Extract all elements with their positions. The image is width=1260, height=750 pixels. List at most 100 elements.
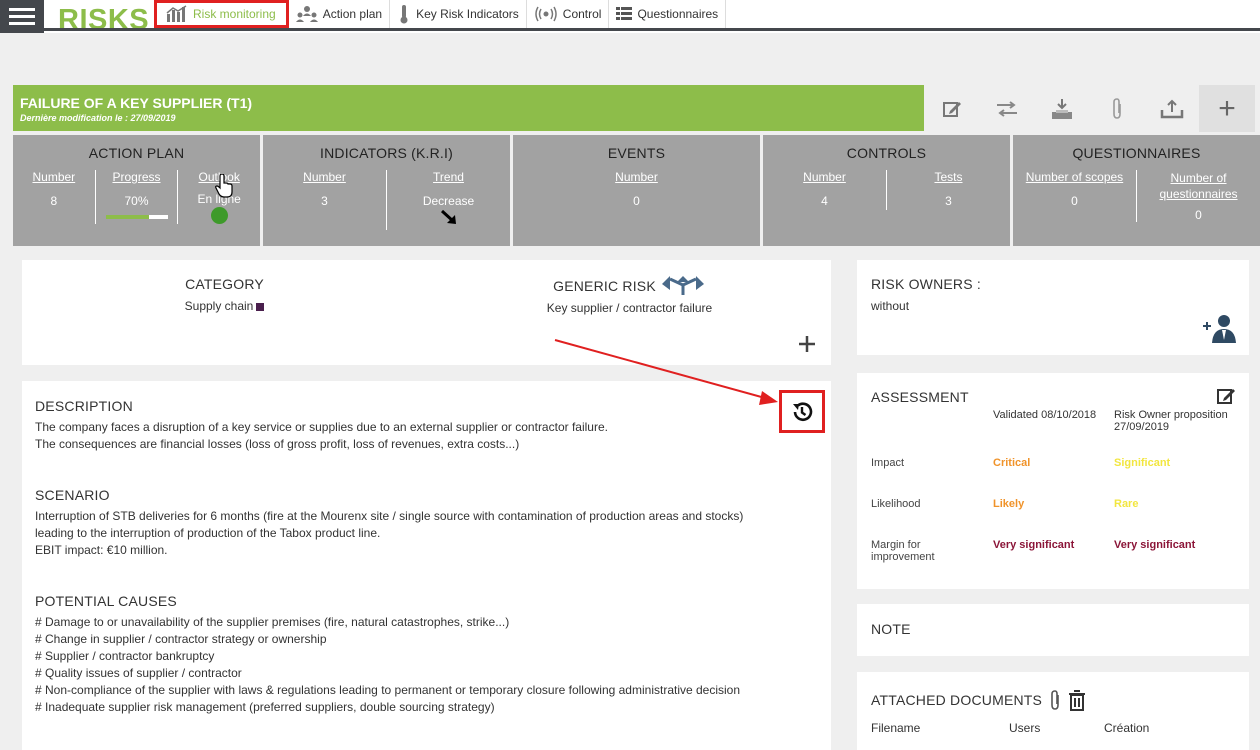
- questionnaires-stats: QUESTIONNAIRES Number of scopes 0 Number…: [1013, 135, 1260, 246]
- assessment-panel: ASSESSMENT Validated 08/10/2018 Risk Own…: [857, 373, 1249, 589]
- paperclip-icon: [1112, 97, 1121, 119]
- cause-line: # Inadequate supplier risk management (p…: [35, 700, 495, 714]
- tab-risk-monitoring[interactable]: Risk monitoring: [154, 0, 289, 28]
- number-link[interactable]: Number: [263, 170, 386, 184]
- category-value: Supply chain: [184, 299, 254, 313]
- edit-assessment-icon[interactable]: [1216, 386, 1236, 406]
- owners-value: without: [871, 299, 910, 313]
- attach-button[interactable]: [1089, 85, 1144, 132]
- stat-heading: ACTION PLAN: [88, 145, 185, 161]
- stat-heading: EVENTS: [607, 145, 666, 161]
- description-heading: DESCRIPTION: [35, 398, 133, 414]
- cause-line: # Damage to or unavailability of the sup…: [35, 615, 510, 629]
- number-link[interactable]: Number: [763, 170, 886, 184]
- note-heading: NOTE: [871, 621, 911, 637]
- documents-panel: ATTACHED DOCUMENTS Filename Users Créati…: [857, 672, 1249, 750]
- controls-stats: CONTROLS Number 4 Tests 3: [763, 135, 1010, 246]
- tab-questionnaires[interactable]: Questionnaires: [609, 0, 727, 28]
- upload-button[interactable]: [1144, 85, 1199, 132]
- add-user-icon[interactable]: [1200, 313, 1236, 343]
- column-header: Création: [1104, 721, 1150, 735]
- stat-heading: INDICATORS (K.R.I): [320, 145, 453, 161]
- download-icon: [1051, 98, 1072, 119]
- stat-heading: CONTROLS: [846, 145, 927, 161]
- history-icon: [793, 401, 813, 421]
- validated-column-header: Validated 08/10/2018: [993, 409, 1097, 421]
- scenario-heading: SCENARIO: [35, 487, 110, 503]
- risk-header: FAILURE OF A KEY SUPPLIER (T1) Dernière …: [13, 85, 924, 131]
- column-header: Filename: [871, 721, 921, 735]
- branch-arrows-icon: [661, 276, 704, 295]
- tests-link[interactable]: Tests: [887, 170, 1010, 184]
- description-line: The consequences are financial losses (l…: [35, 437, 520, 451]
- edit-button[interactable]: [924, 85, 979, 132]
- tab-control[interactable]: Control: [527, 0, 610, 28]
- download-button[interactable]: [1034, 85, 1089, 132]
- scopes-link[interactable]: Number of scopes: [1013, 170, 1136, 184]
- category-block: CATEGORY Supply chain: [152, 276, 297, 313]
- row-label: Margin for improvement: [871, 539, 935, 563]
- note-panel: NOTE: [857, 604, 1249, 656]
- scenario-section: SCENARIO Interruption of STB deliveries …: [35, 487, 818, 559]
- description-panel: DESCRIPTION The company faces a disrupti…: [22, 381, 831, 750]
- paperclip-icon[interactable]: [1050, 690, 1060, 710]
- stat-value: 4: [821, 194, 828, 208]
- margin-validated: Very significant: [993, 539, 1075, 551]
- assessment-grid: Validated 08/10/2018 Risk Owner proposit…: [871, 409, 1241, 563]
- risk-toolbar: +: [924, 85, 1260, 132]
- likelihood-proposal: Rare: [1114, 498, 1139, 510]
- causes-heading: POTENTIAL CAUSES: [35, 593, 177, 609]
- top-bar: RISKS Risk monitoring Action plan Key Ri…: [0, 0, 1260, 36]
- stat-value: 3: [321, 194, 328, 208]
- stat-value: 3: [945, 194, 952, 208]
- stats-bar: ACTION PLAN Number 8 Progress 70% Outloo…: [13, 135, 1260, 246]
- upload-icon: [1160, 99, 1183, 118]
- impact-proposal: Significant: [1114, 457, 1171, 469]
- progress-link[interactable]: Progress: [96, 170, 178, 184]
- stat-value: 70%: [124, 194, 149, 208]
- hand-cursor-icon: [215, 174, 233, 198]
- tab-action-plan[interactable]: Action plan: [289, 0, 391, 28]
- add-button[interactable]: +: [1199, 85, 1255, 132]
- scenario-line: Interruption of STB deliveries for 6 mon…: [35, 509, 744, 523]
- cause-line: # Quality issues of supplier / contracto…: [35, 666, 242, 680]
- description-line: The company faces a disruption of a key …: [35, 420, 608, 434]
- thermometer-icon: [400, 5, 408, 24]
- tab-label: Risk monitoring: [193, 7, 276, 21]
- arrow-down-right-icon: [440, 209, 456, 224]
- documents-table-header: Filename Users Création: [871, 721, 1235, 735]
- category-heading: CATEGORY: [185, 276, 264, 292]
- edit-icon: [942, 101, 961, 117]
- owners-heading: RISK OWNERS :: [871, 276, 981, 292]
- risk-owners-panel: RISK OWNERS : without: [857, 260, 1249, 355]
- category-panel: CATEGORY Supply chain GENERIC RISK Key s…: [22, 260, 831, 365]
- number-link[interactable]: Number: [513, 170, 760, 184]
- category-swatch: [256, 302, 265, 311]
- documents-heading: ATTACHED DOCUMENTS: [871, 692, 1043, 708]
- tab-key-risk-indicators[interactable]: Key Risk Indicators: [390, 0, 527, 28]
- broadcast-icon: [535, 6, 557, 22]
- add-generic-risk-icon[interactable]: [798, 335, 816, 353]
- tab-label: Key Risk Indicators: [416, 7, 519, 21]
- main-tabs: Risk monitoring Action plan Key Risk Ind…: [154, 0, 727, 28]
- impact-validated: Critical: [993, 457, 1031, 469]
- trash-icon[interactable]: [1068, 689, 1086, 711]
- margin-proposal: Very significant: [1114, 539, 1196, 551]
- stat-value: 0: [1195, 208, 1202, 222]
- trend-link[interactable]: Trend: [387, 170, 510, 184]
- top-divider: [44, 28, 1260, 31]
- people-icon: [295, 6, 318, 22]
- assessment-heading: ASSESSMENT: [871, 389, 969, 405]
- status-dot-icon: [210, 207, 228, 224]
- number-link[interactable]: Number: [13, 170, 95, 184]
- generic-risk-value: Key supplier / contractor failure: [546, 301, 713, 315]
- bar-chart-icon: [166, 5, 187, 22]
- menu-icon[interactable]: [0, 0, 44, 33]
- stat-value: Decrease: [422, 194, 475, 208]
- questionnaires-link[interactable]: Number of questionnaires: [1137, 170, 1260, 202]
- risk-title: FAILURE OF A KEY SUPPLIER (T1): [20, 95, 253, 111]
- generic-risk-heading: GENERIC RISK: [553, 278, 656, 294]
- swap-button[interactable]: [979, 85, 1034, 132]
- events-stats: EVENTS Number 0: [513, 135, 760, 246]
- history-button[interactable]: [779, 390, 825, 433]
